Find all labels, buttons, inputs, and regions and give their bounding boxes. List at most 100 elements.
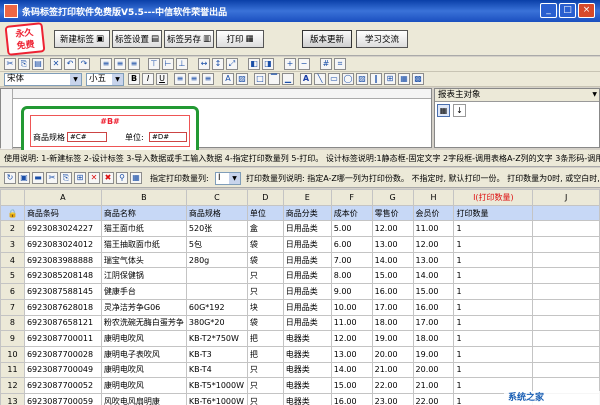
row-header[interactable]: 8 <box>0 314 25 332</box>
table-cell[interactable]: KB-T3 <box>185 345 248 363</box>
insert-text-icon[interactable]: A <box>300 73 312 85</box>
row-header[interactable]: 10 <box>0 345 25 363</box>
table-cell[interactable] <box>532 267 600 285</box>
zoom-in-icon[interactable]: + <box>284 58 296 70</box>
table-cell[interactable]: 商品名称 <box>100 204 187 222</box>
categorized-icon[interactable]: ▦ <box>437 104 450 117</box>
table-cell[interactable]: 520张 <box>185 220 248 238</box>
table-cell[interactable]: 康明电吹风 <box>100 377 187 394</box>
table-row[interactable]: 10 6923087700028 康明电子表吹风 KB-T3 把电器类 13.00 20.0… <box>0 345 600 363</box>
table-cell[interactable]: 只 <box>246 361 284 379</box>
table-cell[interactable] <box>532 361 600 379</box>
table-cell[interactable]: 60G*192 <box>185 298 248 316</box>
table-cell[interactable]: 1 <box>453 283 534 300</box>
table-cell[interactable]: 5.00 <box>330 220 373 238</box>
table-cell[interactable] <box>532 314 600 332</box>
table-cell[interactable]: 10.00 <box>330 298 373 316</box>
table-cell[interactable] <box>185 267 248 285</box>
row-header[interactable]: 13 <box>0 392 25 405</box>
select-all-corner[interactable] <box>0 189 25 206</box>
refresh-icon[interactable]: ↻ <box>4 172 16 184</box>
row-header[interactable]: 3 <box>0 236 25 253</box>
cut-icon[interactable]: ✂ <box>4 58 16 70</box>
table-cell[interactable]: 14.00 <box>412 267 455 285</box>
properties-object-select[interactable]: 报表主对象 ▼ <box>435 89 599 102</box>
bold-button[interactable]: B <box>128 73 140 85</box>
table-cell[interactable]: 6923087700011 <box>23 330 102 347</box>
spec-field[interactable]: #C# <box>67 132 107 142</box>
table-cell[interactable]: 20.00 <box>371 345 414 363</box>
table-cell[interactable]: 6.00 <box>330 236 373 253</box>
row-header[interactable]: 6 <box>0 283 25 300</box>
table-cell[interactable]: KB-T2*750W <box>185 330 248 347</box>
sort-az-icon[interactable]: ↓ <box>453 104 466 117</box>
new-label-button[interactable]: 新建标签 ▣ <box>54 30 110 48</box>
table-cell[interactable]: 日用品类 <box>282 267 332 285</box>
table-cell[interactable]: 只 <box>246 283 284 300</box>
table-cell[interactable]: 袋 <box>246 236 284 253</box>
table-cell[interactable]: 16.00 <box>412 298 455 316</box>
same-height-icon[interactable]: ↕ <box>212 58 224 70</box>
maximize-icon[interactable]: □ <box>559 3 576 18</box>
unit-field[interactable]: #D# <box>149 132 187 142</box>
table-cell[interactable]: 电器类 <box>282 392 332 405</box>
table-cell[interactable]: 零售价 <box>371 204 414 222</box>
table-cell[interactable]: 15.00 <box>412 283 455 300</box>
label-saveas-button[interactable]: 标签另存 ▥ <box>164 30 214 48</box>
table-cell[interactable]: 1 <box>453 251 534 269</box>
table-cell[interactable]: 7.00 <box>330 251 373 269</box>
table-cell[interactable] <box>532 236 600 253</box>
row-header[interactable]: 2 <box>0 220 25 238</box>
row-header[interactable]: 7 <box>0 298 25 316</box>
table-cell[interactable]: 380G*20 <box>185 314 248 332</box>
table-cell[interactable]: 1 <box>453 298 534 316</box>
table-cell[interactable]: 6923087700059 <box>23 392 102 405</box>
table-row[interactable]: 4 6923083988888 瑞宝气体头 280g 袋日用品类 7.00 14.00 13.… <box>0 251 600 269</box>
table-cell[interactable]: 电器类 <box>282 377 332 394</box>
border-top-icon[interactable]: ▔ <box>268 73 280 85</box>
insert-qrcode-icon[interactable]: ▩ <box>412 73 424 85</box>
table-cell[interactable]: 江阴保健锅 <box>100 267 187 285</box>
bring-front-icon[interactable]: ◧ <box>248 58 260 70</box>
table-cell[interactable]: 日用品类 <box>282 314 332 332</box>
minimize-icon[interactable]: _ <box>540 3 557 18</box>
table-cell[interactable]: 280g <box>185 251 248 269</box>
table-cell[interactable]: 9.00 <box>330 283 373 300</box>
table-row[interactable]: 11 6923087700049 康明电吹风 KB-T4 只电器类 14.00 21.00 2… <box>0 361 600 379</box>
table-cell[interactable]: 电器类 <box>282 361 332 379</box>
table-cell[interactable] <box>532 204 600 222</box>
table-cell[interactable]: 6923087628018 <box>23 298 102 316</box>
barcode-field[interactable]: #B# <box>31 117 189 126</box>
table-cell[interactable]: 14.00 <box>330 361 373 379</box>
paste-icon[interactable]: ▤ <box>32 58 44 70</box>
table-cell[interactable]: 16.00 <box>371 283 414 300</box>
column-header[interactable]: A <box>23 189 102 206</box>
delete-row-icon[interactable]: ✕ <box>88 172 100 184</box>
table-cell[interactable]: 康明电吹风 <box>100 361 187 379</box>
print-qty-select[interactable]: I ▼ <box>215 172 241 185</box>
table-cell[interactable]: 11.00 <box>412 220 455 238</box>
learn-exchange-button[interactable]: 学习交流 <box>356 30 408 48</box>
find-icon[interactable]: ⚲ <box>116 172 128 184</box>
table-cell[interactable]: 猫王面巾纸 <box>100 220 187 238</box>
column-header[interactable]: C <box>185 189 248 206</box>
table-cell[interactable]: 23.00 <box>371 392 414 405</box>
table-cell[interactable] <box>532 220 600 238</box>
label-preview[interactable]: #B# 商品规格 #C# 单位: #D# <box>21 106 199 156</box>
delete-icon[interactable]: ✕ <box>50 58 62 70</box>
close-icon[interactable]: × <box>578 3 595 18</box>
row-header[interactable]: 9 <box>0 330 25 347</box>
table-cell[interactable]: 6923087700028 <box>23 345 102 363</box>
column-header[interactable]: E <box>282 189 332 206</box>
table-cell[interactable]: 6923083024012 <box>23 236 102 253</box>
align-bottom-icon[interactable]: ⊥ <box>176 58 188 70</box>
table-cell[interactable]: 把 <box>246 345 284 363</box>
row-header[interactable]: 5 <box>0 267 25 285</box>
table-cell[interactable]: 22.00 <box>371 377 414 394</box>
same-width-icon[interactable]: ↔ <box>198 58 210 70</box>
table-cell[interactable]: 日用品类 <box>282 251 332 269</box>
table-cell[interactable]: 13.00 <box>330 345 373 363</box>
insert-image-icon[interactable]: ▨ <box>356 73 368 85</box>
send-back-icon[interactable]: ◨ <box>262 58 274 70</box>
table-cell[interactable] <box>532 298 600 316</box>
